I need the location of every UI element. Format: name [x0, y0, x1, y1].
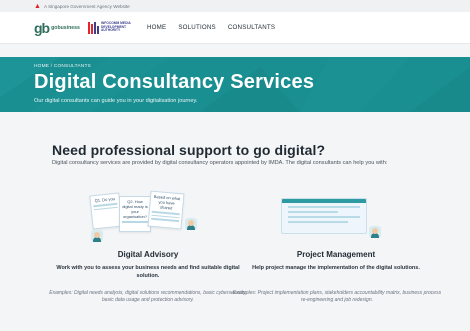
card-title-project-management: Project Management [296, 250, 376, 259]
dashboard-screen-icon [281, 198, 367, 234]
gobusiness-logo[interactable]: gb gobusiness [34, 20, 80, 36]
note-q1: Q1. Do you [89, 192, 123, 230]
project-management-illustration [247, 188, 407, 248]
page-subtitle: Our digital consultants can guide you in… [34, 98, 198, 104]
main-content: Need professional support to go digital?… [0, 112, 470, 331]
consultant-avatar-icon [91, 230, 103, 242]
note-q2-text: Q2. How digital ready is your organisati… [122, 199, 148, 219]
client-avatar-icon [185, 218, 197, 230]
card-desc-project-management: Help project manage the implementation o… [252, 265, 420, 271]
card-examples-digital-advisory: Examples: Digital needs analysis, digita… [49, 290, 247, 303]
note-q2: Q2. How digital ready is your organisati… [119, 196, 151, 232]
page-title: Digital Consultancy Services [34, 71, 315, 93]
note-q1-text: Q1. Do you [94, 196, 116, 204]
breadcrumb[interactable]: HOME / CONSULTANTS [34, 64, 91, 69]
gobusiness-wordmark: gobusiness [51, 24, 80, 31]
note-shared-text: Based on what you have shared [153, 193, 181, 211]
card-title-digital-advisory: Digital Advisory [117, 250, 179, 259]
section-headline: Need professional support to go digital? [52, 142, 326, 158]
note-shared: Based on what you have shared [147, 190, 185, 230]
imda-bars-icon [87, 21, 99, 34]
manager-avatar-icon [369, 226, 381, 238]
hero-banner: HOME / CONSULTANTS Digital Consultancy S… [0, 57, 470, 112]
gov-banner: ▲ A Singapore Government Agency Website [0, 0, 470, 12]
imda-wordmark: INFOCOMM MEDIA DEVELOPMENT AUTHORITY [100, 21, 131, 33]
top-nav: gb gobusiness INFOCOMM MEDIA DEVELOPMENT… [0, 12, 470, 44]
section-intro: Digital consultancy services are provide… [52, 160, 388, 166]
nav-solutions[interactable]: SOLUTIONS [178, 24, 216, 31]
nav-consultants[interactable]: CONSULTANTS [228, 24, 275, 31]
gb-mark: gb [34, 19, 50, 36]
digital-advisory-illustration: Q1. Do you Q2. How digital ready is your… [47, 188, 207, 248]
nav-home[interactable]: HOME [147, 24, 166, 31]
card-desc-digital-advisory: Work with you to assess your business ne… [56, 265, 240, 279]
lion-head-icon: ▲ [34, 2, 41, 10]
gov-banner-text: A Singapore Government Agency Website [44, 3, 130, 9]
imda-logo[interactable]: INFOCOMM MEDIA DEVELOPMENT AUTHORITY [87, 21, 133, 34]
card-examples-project-management: Examples: Project implementation plans, … [232, 290, 442, 303]
